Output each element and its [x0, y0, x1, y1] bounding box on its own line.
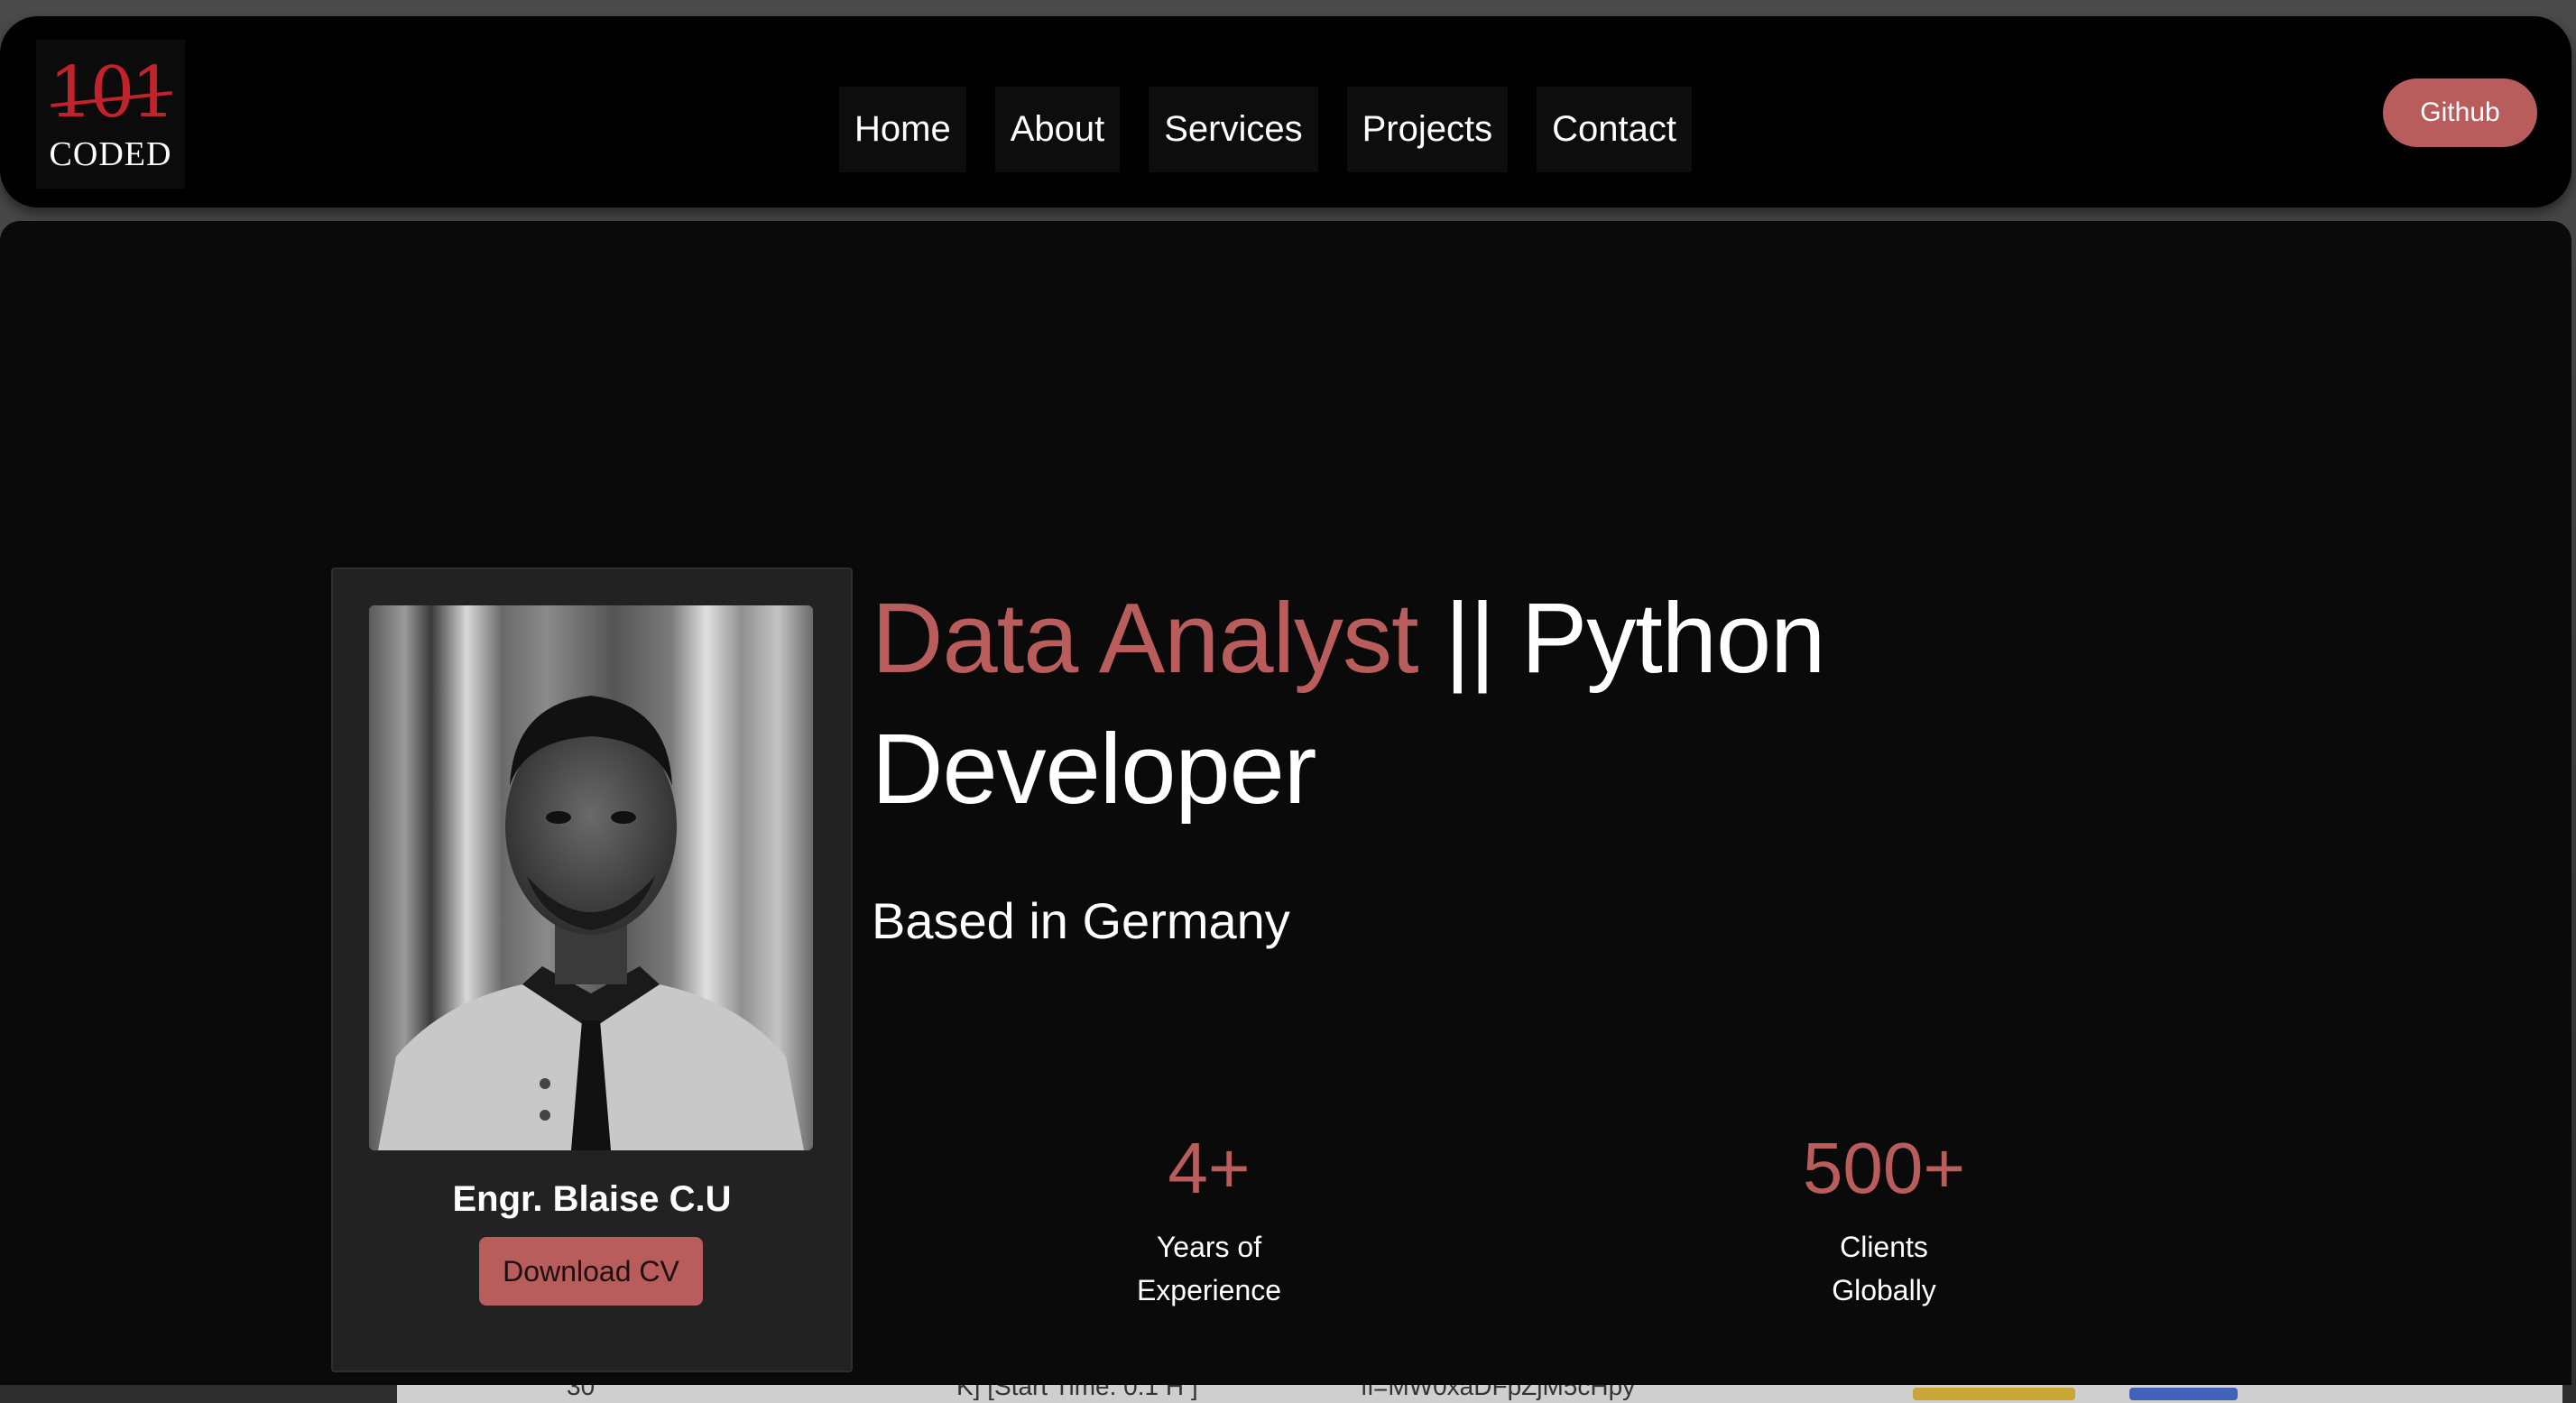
- profile-card: Engr. Blaise C.U Download CV: [331, 568, 853, 1372]
- github-button[interactable]: Github: [2383, 78, 2537, 147]
- background-page-chip: [1913, 1388, 2075, 1400]
- nav-link-services[interactable]: Services: [1149, 87, 1318, 172]
- location-text: Based in Germany: [872, 892, 1290, 949]
- headline-rest: || Python: [1417, 583, 1825, 694]
- hero-headline: Data Analyst || Python Developer: [872, 573, 2045, 835]
- top-navbar: 101 CODED Home About Services Projects C…: [0, 16, 2571, 208]
- nav-link-projects[interactable]: Projects: [1346, 87, 1509, 172]
- nav-link-about[interactable]: About: [994, 87, 1121, 172]
- download-cv-button[interactable]: Download CV: [479, 1237, 703, 1306]
- headline-accent: Data Analyst: [872, 583, 1419, 694]
- site-logo[interactable]: 101 CODED: [36, 40, 185, 189]
- profile-photo: [369, 605, 813, 1150]
- stat-clients: 500+ Clients Globally: [1703, 1128, 2064, 1312]
- stat-value: 500+: [1802, 1128, 1966, 1208]
- background-page-chip: [2129, 1388, 2238, 1400]
- stat-value: 4+: [1168, 1128, 1251, 1208]
- stat-label: Clients Globally: [1832, 1231, 1936, 1306]
- nav-link-home[interactable]: Home: [839, 87, 966, 172]
- person-portrait-icon: [369, 605, 813, 1150]
- main-nav: Home About Services Projects Contact: [839, 87, 1692, 172]
- nav-link-contact[interactable]: Contact: [1537, 87, 1692, 172]
- browser-viewport: 30 K] [Start Time: 0:1 H ] fl=MW0xaDFpZj…: [0, 0, 2576, 1403]
- stat-experience: 4+ Years of Experience: [1029, 1128, 1390, 1312]
- stat-label: Years of Experience: [1136, 1231, 1282, 1306]
- profile-name: Engr. Blaise C.U: [452, 1179, 732, 1219]
- logo-word: CODED: [49, 135, 172, 173]
- headline-line2: Developer: [872, 714, 1316, 825]
